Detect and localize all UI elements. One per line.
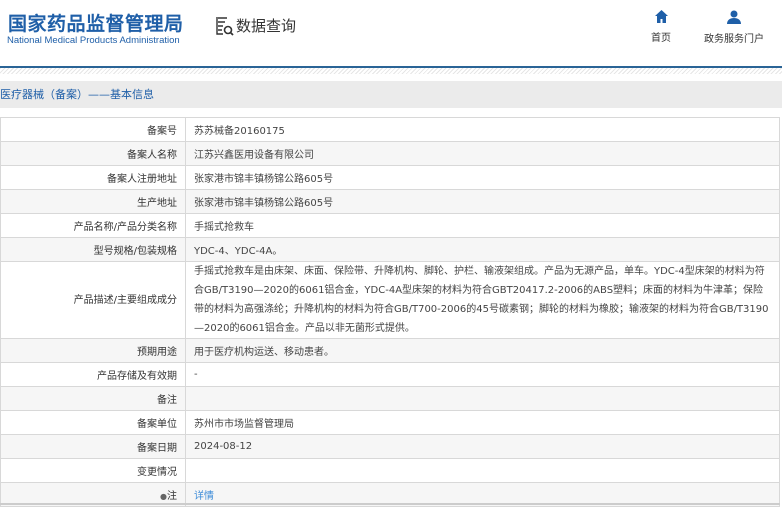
row-value-text: 张家港市锦丰镇杨锦公路605号 — [194, 174, 334, 185]
row-value: 张家港市锦丰镇杨锦公路605号 — [185, 165, 780, 190]
table-row: 备注 — [0, 386, 780, 411]
row-value — [185, 458, 780, 483]
row-value-text: 苏苏械备20160175 — [194, 126, 285, 137]
nav-home[interactable]: 首页 — [651, 10, 671, 44]
row-value: 苏苏械备20160175 — [185, 117, 780, 142]
table-row: 备案单位 苏州市市场监督管理局 — [0, 410, 780, 435]
row-value: 2024-08-12 — [185, 434, 780, 459]
row-label: 备案单位 — [0, 410, 186, 435]
row-label-text: 备案号 — [147, 126, 177, 137]
user-icon — [727, 10, 741, 24]
row-value: - — [185, 362, 780, 387]
table-row: 预期用途 用于医疗机构运送、移动患者。 — [0, 338, 780, 363]
details-link[interactable]: 详情 — [194, 491, 214, 502]
site-header: 国家药品监督管理局 National Medical Products Admi… — [0, 0, 782, 66]
table-row: 备案人名称 江苏兴鑫医用设备有限公司 — [0, 141, 780, 166]
row-value-text: 苏州市市场监督管理局 — [194, 419, 294, 430]
row-label: 备案人注册地址 — [0, 165, 186, 190]
table-row: 产品描述/主要组成成分 手摇式抢救车是由床架、床面、保险带、升降机构、脚轮、护栏、… — [0, 261, 780, 339]
row-label-text: 备案日期 — [137, 443, 177, 454]
row-value-text: 江苏兴鑫医用设备有限公司 — [194, 150, 314, 161]
table-row: 备案人注册地址 张家港市锦丰镇杨锦公路605号 — [0, 165, 780, 190]
row-value: 手摇式抢救车 — [185, 213, 780, 238]
row-value-text: YDC-4、YDC-4A。 — [194, 246, 283, 257]
row-value: 江苏兴鑫医用设备有限公司 — [185, 141, 780, 166]
row-label: 产品描述/主要组成成分 — [0, 261, 186, 339]
table-row: 变更情况 — [0, 458, 780, 483]
row-value-text: - — [194, 369, 198, 380]
row-value: YDC-4、YDC-4A。 — [185, 237, 780, 262]
row-label: 备案日期 — [0, 434, 186, 459]
table-row: 产品存储及有效期 - — [0, 362, 780, 387]
row-label: 生产地址 — [0, 189, 186, 214]
row-label: 备案人名称 — [0, 141, 186, 166]
row-label-text: 产品描述/主要组成成分 — [73, 294, 177, 306]
row-label: 备注 — [0, 386, 186, 411]
row-label-text: 生产地址 — [137, 198, 177, 209]
row-label-text: 预期用途 — [137, 347, 177, 358]
row-label-text: 型号规格/包装规格 — [93, 246, 177, 257]
row-value-text: 用于医疗机构运送、移动患者。 — [194, 347, 334, 358]
row-value: 苏州市市场监督管理局 — [185, 410, 780, 435]
row-label: 预期用途 — [0, 338, 186, 363]
table-bottom-border — [0, 503, 780, 505]
row-label-text: 备案人注册地址 — [107, 174, 177, 185]
row-label-text: 注 — [167, 491, 177, 502]
row-label-text: 产品存储及有效期 — [97, 371, 177, 382]
hatch-divider — [0, 68, 782, 74]
row-label-text: 产品名称/产品分类名称 — [73, 222, 177, 233]
table-row: 备案号 苏苏械备20160175 — [0, 117, 780, 142]
row-label-text: 备案单位 — [137, 419, 177, 430]
row-value-text: 2024-08-12 — [194, 441, 253, 452]
table-row: 型号规格/包装规格 YDC-4、YDC-4A。 — [0, 237, 780, 262]
row-value — [185, 386, 780, 411]
row-label: 产品名称/产品分类名称 — [0, 213, 186, 238]
nav-gov-portal[interactable]: 政务服务门户 — [704, 10, 764, 45]
row-label: 变更情况 — [0, 458, 186, 483]
logo-subtitle: National Medical Products Administration — [7, 35, 180, 46]
breadcrumb: 医疗器械（备案）——基本信息 — [0, 81, 782, 108]
home-icon — [654, 10, 668, 23]
logo-title[interactable]: 国家药品监督管理局 — [8, 9, 184, 36]
row-value-text: 手摇式抢救车 — [194, 222, 254, 233]
row-value-text: 张家港市锦丰镇杨锦公路605号 — [194, 198, 334, 209]
row-label-text: 备案人名称 — [127, 150, 177, 161]
table-row: 产品名称/产品分类名称 手摇式抢救车 — [0, 213, 780, 238]
record-table: 备案号 苏苏械备20160175 备案人名称 江苏兴鑫医用设备有限公司 备案人注册地址张… — [0, 117, 780, 507]
row-label: 备案号 — [0, 117, 186, 142]
row-value: 用于医疗机构运送、移动患者。 — [185, 338, 780, 363]
row-label-text: 变更情况 — [137, 467, 177, 478]
row-value: 张家港市锦丰镇杨锦公路605号 — [185, 189, 780, 214]
row-label: 型号规格/包装规格 — [0, 237, 186, 262]
row-value: 手摇式抢救车是由床架、床面、保险带、升降机构、脚轮、护栏、输液架组成。产品为无源… — [185, 261, 780, 339]
table-row: 生产地址 张家港市锦丰镇杨锦公路605号 — [0, 189, 780, 214]
section-title: 数据查询 — [216, 15, 296, 36]
bulb-icon: ● — [160, 492, 167, 501]
row-value-text: 手摇式抢救车是由床架、床面、保险带、升降机构、脚轮、护栏、输液架组成。产品为无源… — [194, 266, 769, 334]
row-label: 产品存储及有效期 — [0, 362, 186, 387]
table-row: 备案日期 2024-08-12 — [0, 434, 780, 459]
row-label-text: 备注 — [157, 395, 177, 406]
document-search-icon — [216, 16, 234, 36]
